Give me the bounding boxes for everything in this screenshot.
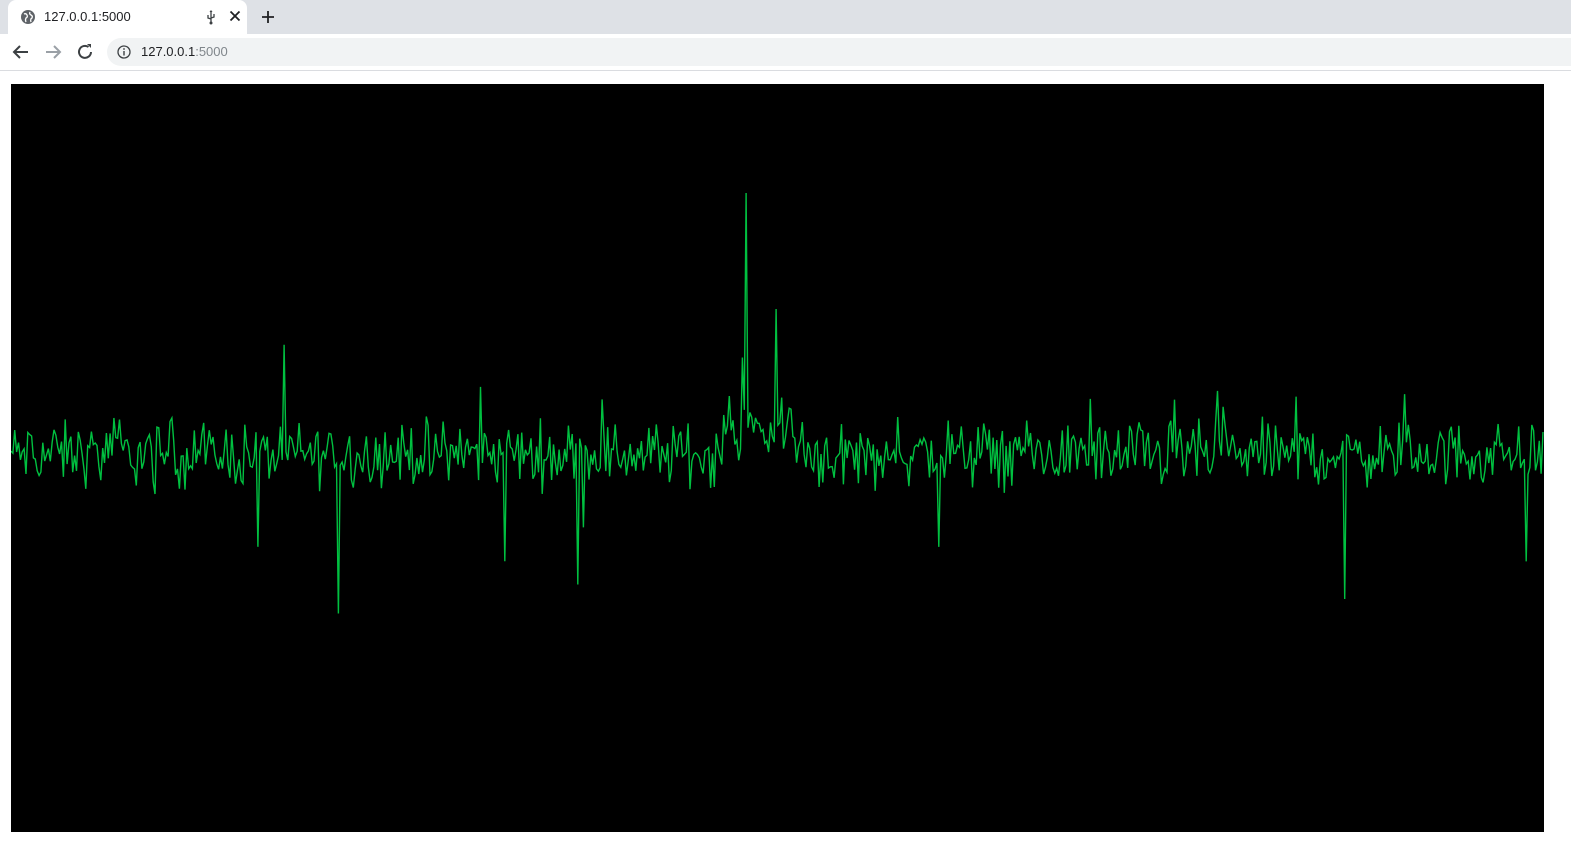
tab-strip: 127.0.0.1:5000 <box>0 0 1571 34</box>
audio-usb-icon <box>207 10 215 25</box>
browser-tab[interactable]: 127.0.0.1:5000 <box>8 0 247 34</box>
signal-chart <box>11 192 1544 614</box>
arrow-left-icon[interactable] <box>9 40 33 64</box>
globe-icon <box>21 10 35 24</box>
plus-icon[interactable] <box>258 7 278 27</box>
browser-toolbar: 127.0.0.1:5000 <box>0 34 1571 71</box>
url-port: :5000 <box>195 44 228 59</box>
signal-plot <box>11 84 1544 832</box>
reload-icon[interactable] <box>73 40 97 64</box>
signal-line <box>11 192 1544 614</box>
url-text[interactable]: 127.0.0.1:5000 <box>141 44 228 59</box>
info-icon[interactable] <box>117 45 131 59</box>
arrow-right-icon[interactable] <box>41 40 65 64</box>
url-host: 127.0.0.1 <box>141 44 196 59</box>
address-bar[interactable]: 127.0.0.1:5000 <box>107 38 1571 66</box>
close-icon[interactable] <box>226 7 244 25</box>
tab-title: 127.0.0.1:5000 <box>44 9 131 24</box>
